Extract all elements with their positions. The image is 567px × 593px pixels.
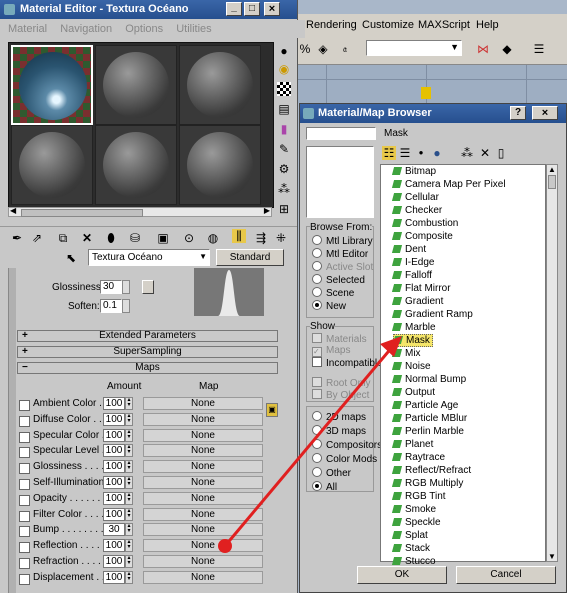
- arrow-head: [380, 336, 402, 357]
- annotation-arrow: [218, 336, 402, 553]
- arrow-line: [223, 345, 395, 547]
- arrow-origin-dot: [218, 539, 232, 553]
